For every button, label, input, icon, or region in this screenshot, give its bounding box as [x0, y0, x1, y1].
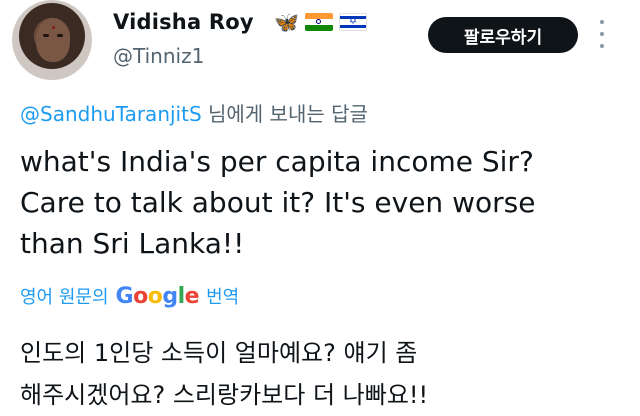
reply-suffix: 님에게 보내는 답글 [201, 102, 368, 126]
tweet-text-line: Care to talk about it? It's even worse [20, 186, 536, 219]
reply-mention-link[interactable]: @SandhuTaranjitS [20, 102, 202, 126]
reply-context: @SandhuTaranjitS 님에게 보내는 답글 [20, 98, 368, 127]
translation-attribution[interactable]: 영어 원문의 Google 번역 [20, 283, 239, 309]
google-logo: Google [115, 283, 200, 309]
translated-text: 인도의 1인당 소득이 얼마예요? 얘기 좀 해주시겠어요? 스리랑카보다 더 … [20, 332, 620, 416]
avatar-eye [57, 34, 63, 37]
tweet-text: what's India's per capita income Sir? Ca… [20, 141, 620, 264]
translation-prefix: 영어 원문의 [20, 287, 109, 308]
user-handle[interactable]: @Tinniz1 [113, 44, 204, 68]
avatar-face [36, 18, 70, 62]
display-name[interactable]: Vidisha Roy [113, 10, 254, 34]
translation-suffix: 번역 [206, 287, 240, 308]
translated-text-line: 해주시겠어요? 스리랑카보다 더 나빠요!! [20, 381, 429, 409]
avatar-bindi [52, 26, 55, 29]
more-options-icon[interactable] [598, 20, 606, 48]
avatar-eye [43, 34, 49, 37]
tweet-text-line: than Sri Lanka!! [20, 227, 245, 260]
profile-badges: 🦋 ✡ [274, 12, 367, 32]
tweet-text-line: what's India's per capita income Sir? [20, 145, 534, 178]
avatar[interactable] [12, 0, 92, 80]
israel-flag-icon: ✡ [338, 13, 367, 31]
india-flag-icon [304, 13, 333, 31]
translated-text-line: 인도의 1인당 소득이 얼마예요? 얘기 좀 [20, 339, 418, 367]
follow-button[interactable]: 팔로우하기 [428, 17, 578, 53]
butterfly-icon: 🦋 [274, 10, 299, 34]
